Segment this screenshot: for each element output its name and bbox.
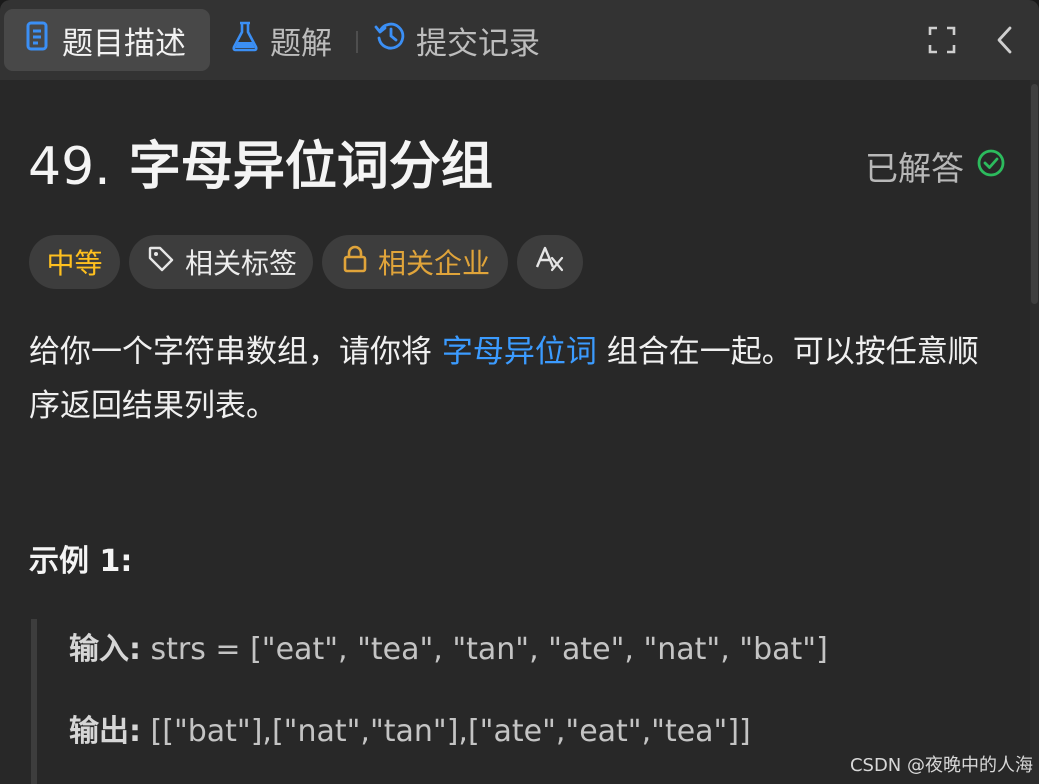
example-output-label: 输出: — [69, 714, 141, 749]
translate-button[interactable] — [517, 235, 583, 289]
history-icon — [374, 19, 408, 61]
example-input-value: strs = ["eat", "tea", "tan", "ate", "nat… — [141, 632, 828, 667]
scrollbar[interactable] — [1030, 80, 1039, 784]
translate-icon — [534, 245, 566, 280]
solved-status: 已解答 — [865, 142, 1006, 190]
tab-description-label: 题目描述 — [62, 25, 186, 62]
example-block-border — [31, 619, 37, 784]
difficulty-label: 中等 — [46, 247, 103, 280]
solved-status-label: 已解答 — [865, 149, 964, 188]
tab-solution-label: 题解 — [270, 25, 332, 62]
tab-divider — [356, 31, 358, 53]
tab-bar: 题目描述 题解 提交记录 — [0, 0, 1039, 80]
problem-title: 49. 字母异位词分组 — [28, 134, 493, 200]
description-text-1: 给你一个字符串数组，请你将 — [29, 334, 442, 370]
tab-description[interactable]: 题目描述 — [4, 9, 210, 71]
related-companies-label: 相关企业 — [378, 247, 491, 280]
tab-solution[interactable]: 题解 — [230, 9, 332, 71]
problem-panel: 题目描述 题解 提交记录 49. 字母异位词分组 已解答 中等 相关标签 相关企… — [0, 0, 1039, 784]
anagram-link[interactable]: 字母异位词 — [442, 334, 597, 370]
example-output-value: [["bat"],["nat","tan"],["ate","eat","tea… — [141, 714, 751, 749]
related-tags-button[interactable]: 相关标签 — [129, 235, 313, 289]
problem-title-text: 字母异位词分组 — [128, 137, 493, 197]
fullscreen-icon[interactable] — [922, 20, 962, 60]
chevron-left-icon[interactable] — [985, 20, 1025, 60]
example-output: 输出: [["bat"],["nat","tan"],["ate","eat",… — [69, 706, 751, 750]
problem-description: 给你一个字符串数组，请你将 字母异位词 组合在一起。可以按任意顺序返回结果列表。 — [29, 325, 1004, 433]
example-input-label: 输入: — [69, 632, 141, 667]
related-tags-label: 相关标签 — [185, 247, 298, 280]
related-companies-button[interactable]: 相关企业 — [322, 235, 508, 289]
problem-content: 49. 字母异位词分组 已解答 中等 相关标签 相关企业 给你一个字符串数组，请… — [0, 80, 1039, 784]
lock-icon — [342, 244, 368, 281]
difficulty-badge: 中等 — [29, 235, 120, 289]
example-heading: 示例 1: — [29, 544, 133, 579]
check-circle-icon — [964, 147, 1006, 186]
watermark: CSDN @夜晚中的人海 — [849, 755, 1033, 776]
tab-submissions[interactable]: 提交记录 — [374, 9, 540, 71]
scrollbar-thumb[interactable] — [1031, 84, 1038, 304]
flask-icon — [230, 20, 260, 60]
tab-submissions-label: 提交记录 — [416, 25, 540, 62]
problem-number: 49. — [28, 137, 111, 197]
document-icon — [26, 21, 48, 59]
example-input: 输入: strs = ["eat", "tea", "tan", "ate", … — [69, 624, 828, 668]
tag-icon — [147, 245, 175, 280]
